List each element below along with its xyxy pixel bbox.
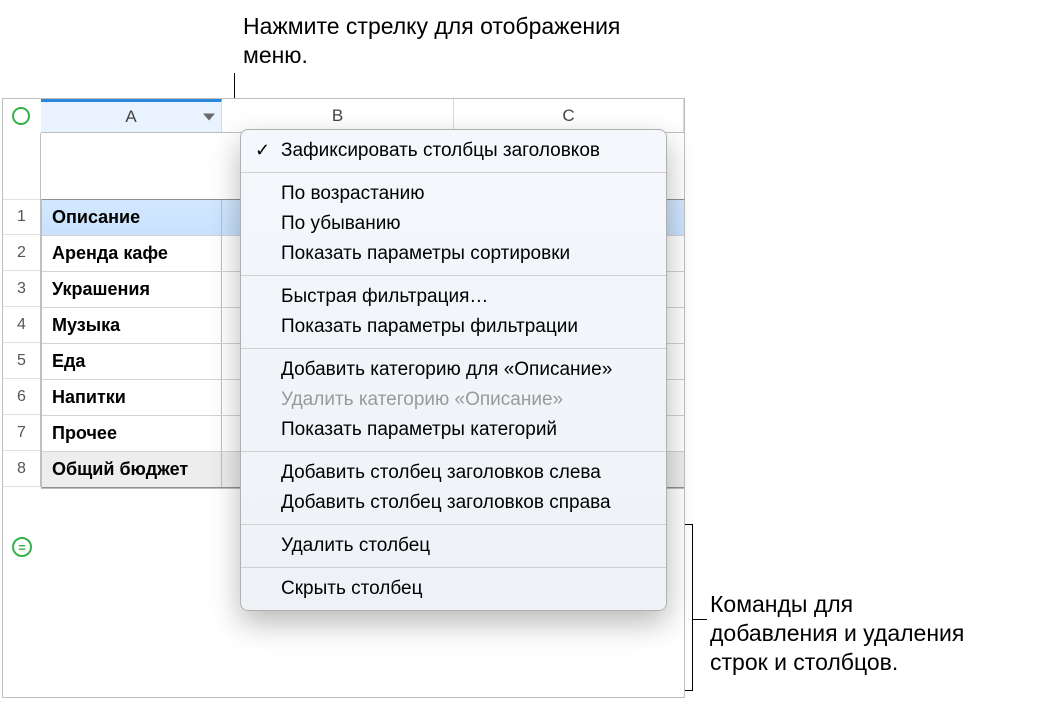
column-header-label: C bbox=[562, 106, 574, 126]
menu-item-label: Добавить столбец заголовков справа bbox=[281, 492, 611, 513]
callout-right: Команды для добавления и удаления строк … bbox=[710, 590, 1040, 676]
leader-line bbox=[692, 619, 707, 620]
menu-item-add-category[interactable]: Добавить категорию для «Описание» bbox=[241, 355, 666, 385]
menu-separator bbox=[241, 172, 666, 173]
cell[interactable]: Музыка bbox=[42, 308, 222, 343]
cell[interactable]: Аренда кафе bbox=[42, 236, 222, 271]
menu-item-show-sort-options[interactable]: Показать параметры сортировки bbox=[241, 239, 666, 269]
column-header-a[interactable]: A bbox=[41, 99, 222, 132]
menu-item-label: Быстрая фильтрация… bbox=[281, 286, 488, 307]
column-header-c[interactable]: C bbox=[454, 99, 684, 132]
menu-item-delete-column[interactable]: Удалить столбец bbox=[241, 531, 666, 561]
column-headers: A B C bbox=[41, 99, 684, 133]
callout-right-line3: строк и столбцов. bbox=[710, 649, 898, 675]
menu-item-label: Добавить столбец заголовков слева bbox=[281, 462, 601, 483]
callout-top: Нажмите стрелку для отображения меню. bbox=[243, 12, 623, 70]
menu-item-label: Показать параметры категорий bbox=[281, 419, 557, 440]
menu-item-label: Скрыть столбец bbox=[281, 578, 422, 599]
menu-separator bbox=[241, 524, 666, 525]
menu-separator bbox=[241, 567, 666, 568]
cell-footer[interactable]: Общий бюджет bbox=[42, 452, 222, 487]
column-context-menu: ✓ Зафиксировать столбцы заголовков По во… bbox=[240, 129, 667, 611]
cell[interactable]: Прочее bbox=[42, 416, 222, 451]
menu-item-sort-descending[interactable]: По убыванию bbox=[241, 209, 666, 239]
menu-item-add-header-column-left[interactable]: Добавить столбец заголовков слева bbox=[241, 458, 666, 488]
menu-item-label: Показать параметры фильтрации bbox=[281, 316, 578, 337]
column-header-label: B bbox=[332, 106, 343, 126]
menu-item-label: По возрастанию bbox=[281, 183, 425, 204]
cell[interactable]: Еда bbox=[42, 344, 222, 379]
row-header-2[interactable]: 2 bbox=[3, 235, 40, 271]
menu-separator bbox=[241, 275, 666, 276]
row-header-8[interactable]: 8 bbox=[3, 451, 40, 487]
cell-header[interactable]: Описание bbox=[42, 200, 222, 235]
add-row-button[interactable]: = bbox=[12, 537, 32, 557]
menu-item-freeze-header-columns[interactable]: ✓ Зафиксировать столбцы заголовков bbox=[241, 136, 666, 166]
checkmark-icon: ✓ bbox=[255, 140, 270, 161]
menu-item-hide-column[interactable]: Скрыть столбец bbox=[241, 574, 666, 604]
menu-item-show-filter-options[interactable]: Показать параметры фильтрации bbox=[241, 312, 666, 342]
row-header-5[interactable]: 5 bbox=[3, 343, 40, 379]
menu-separator bbox=[241, 348, 666, 349]
column-header-b[interactable]: B bbox=[222, 99, 454, 132]
menu-item-label: Удалить категорию «Описание» bbox=[281, 389, 563, 410]
callout-right-line2: добавления и удаления bbox=[710, 620, 964, 646]
menu-item-quick-filter[interactable]: Быстрая фильтрация… bbox=[241, 282, 666, 312]
row-header-gutter bbox=[3, 133, 41, 199]
menu-item-label: По убыванию bbox=[281, 213, 401, 234]
menu-item-label: Показать параметры сортировки bbox=[281, 243, 570, 264]
menu-item-label: Зафиксировать столбцы заголовков bbox=[281, 140, 600, 161]
row-header-1[interactable]: 1 bbox=[3, 199, 40, 235]
column-header-label: A bbox=[125, 107, 136, 127]
callout-right-line1: Команды для bbox=[710, 591, 853, 617]
table-corner-handle-icon[interactable] bbox=[12, 107, 30, 125]
row-headers: 1 2 3 4 5 6 7 8 bbox=[3, 199, 41, 487]
row-header-7[interactable]: 7 bbox=[3, 415, 40, 451]
row-header-3[interactable]: 3 bbox=[3, 271, 40, 307]
cell[interactable]: Украшения bbox=[42, 272, 222, 307]
leader-line bbox=[692, 524, 693, 690]
menu-item-add-header-column-right[interactable]: Добавить столбец заголовков справа bbox=[241, 488, 666, 518]
menu-item-sort-ascending[interactable]: По возрастанию bbox=[241, 179, 666, 209]
row-header-4[interactable]: 4 bbox=[3, 307, 40, 343]
menu-item-show-category-options[interactable]: Показать параметры категорий bbox=[241, 415, 666, 445]
menu-item-label: Добавить категорию для «Описание» bbox=[281, 359, 612, 380]
equals-icon: = bbox=[18, 540, 26, 555]
row-header-6[interactable]: 6 bbox=[3, 379, 40, 415]
menu-item-delete-category: Удалить категорию «Описание» bbox=[241, 385, 666, 415]
cell[interactable]: Напитки bbox=[42, 380, 222, 415]
chevron-down-icon[interactable] bbox=[203, 114, 215, 121]
menu-item-label: Удалить столбец bbox=[281, 535, 430, 556]
menu-separator bbox=[241, 451, 666, 452]
